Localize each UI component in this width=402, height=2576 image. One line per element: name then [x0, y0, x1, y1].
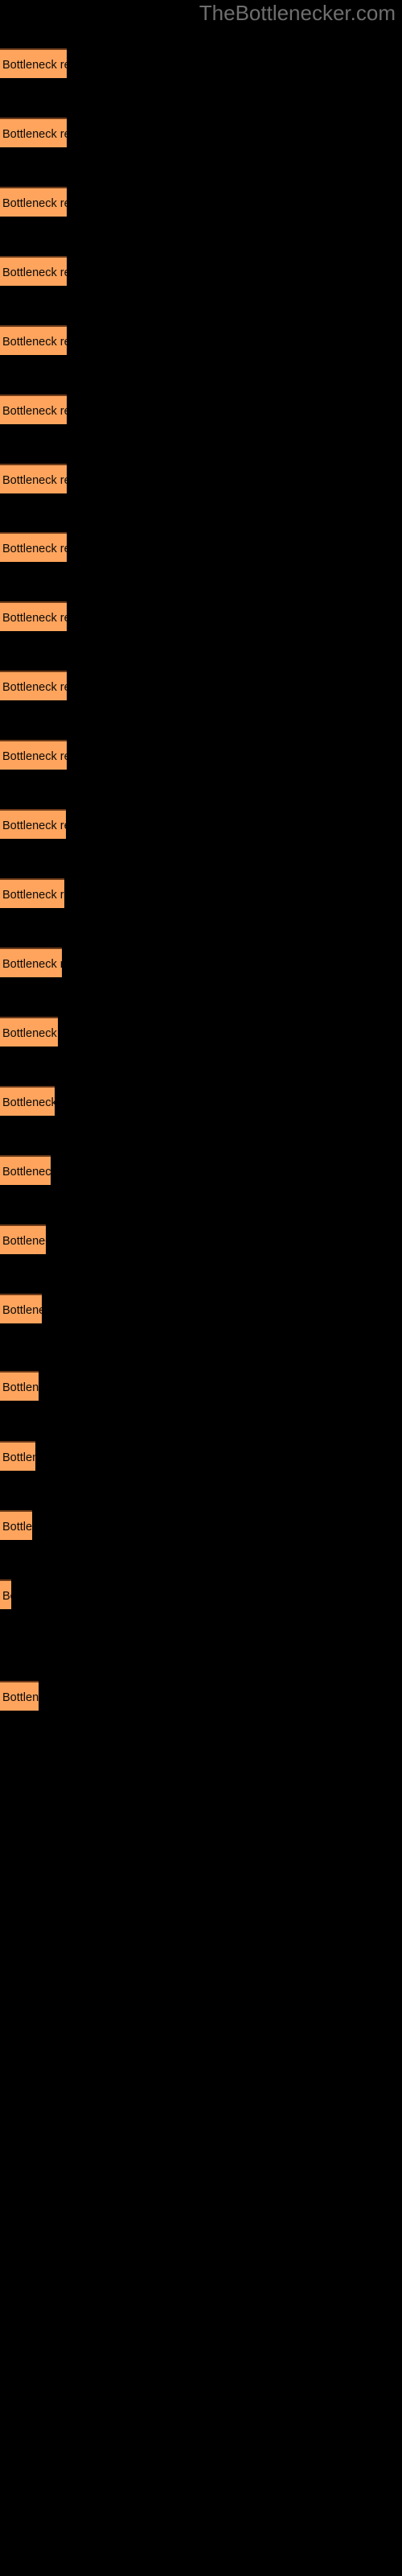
- bar[interactable]: Bottleneck result: [0, 1086, 55, 1116]
- bar[interactable]: Bottleneck result: [0, 1579, 11, 1609]
- bar-label: Bottleneck result: [2, 1521, 32, 1534]
- bar[interactable]: Bottleneck result: [0, 1294, 42, 1323]
- bar-label: Bottleneck result: [2, 958, 62, 971]
- bar-label: Bottleneck result: [2, 612, 67, 625]
- bar[interactable]: Bottleneck result: [0, 878, 64, 908]
- bar-label: Bottleneck result: [2, 266, 67, 279]
- bar-label: Bottleneck result: [2, 1590, 11, 1603]
- bar[interactable]: Bottleneck result: [0, 740, 67, 770]
- bar-label: Bottleneck result: [2, 681, 67, 694]
- bar[interactable]: Bottleneck result: [0, 1371, 39, 1401]
- bar[interactable]: Bottleneck result: [0, 48, 67, 78]
- bar[interactable]: Bottleneck result: [0, 1681, 39, 1711]
- bar-label: Bottleneck result: [2, 336, 67, 349]
- bar[interactable]: Bottleneck result: [0, 1017, 58, 1046]
- bar-label: Bottleneck result: [2, 128, 67, 141]
- bar[interactable]: Bottleneck result: [0, 1155, 51, 1185]
- bar-label: Bottleneck result: [2, 474, 67, 487]
- bar-label: Bottleneck result: [2, 543, 67, 555]
- bar-label: Bottleneck result: [2, 750, 67, 763]
- bar[interactable]: Bottleneck result: [0, 671, 67, 700]
- bar-label: Bottleneck result: [2, 197, 67, 210]
- bar[interactable]: Bottleneck result: [0, 1224, 46, 1254]
- bar[interactable]: Bottleneck result: [0, 532, 67, 562]
- bar[interactable]: Bottleneck result: [0, 1441, 35, 1471]
- bar[interactable]: Bottleneck result: [0, 601, 67, 631]
- bottleneck-bar-chart: Bottleneck result Bottleneck result Bottle…: [0, 0, 402, 2576]
- bar-label: Bottleneck result: [2, 1096, 55, 1109]
- bar-label: Bottleneck result: [2, 1166, 51, 1179]
- bar[interactable]: Bottleneck result: [0, 1510, 32, 1540]
- bar-label: Bottleneck result: [2, 405, 67, 418]
- bar-label: Bottleneck result: [2, 1451, 35, 1464]
- bar-label: Bottleneck result: [2, 1304, 42, 1317]
- bar[interactable]: Bottleneck result: [0, 256, 67, 286]
- bar-label: Bottleneck result: [2, 1235, 46, 1248]
- bar-label: Bottleneck result: [2, 1381, 39, 1394]
- bar-label: Bottleneck result: [2, 819, 66, 832]
- page-root: TheBottlenecker.com Bottleneck resultBot…: [0, 0, 402, 2576]
- bar-label: Bottleneck result: [2, 1027, 58, 1040]
- bar[interactable]: Bottleneck result: [0, 947, 62, 977]
- bar-label: Bottleneck result: [2, 59, 67, 72]
- bar[interactable]: Bottleneck result: [0, 118, 67, 147]
- bar[interactable]: Bottleneck result: [0, 464, 67, 493]
- bar[interactable]: Bottleneck result: [0, 187, 67, 217]
- bar[interactable]: Bottleneck result: [0, 325, 67, 355]
- bar[interactable]: Bottleneck result: [0, 809, 66, 839]
- bar-label: Bottleneck result: [2, 1691, 39, 1704]
- bar[interactable]: Bottleneck result: [0, 394, 67, 424]
- bar-label: Bottleneck result: [2, 889, 64, 902]
